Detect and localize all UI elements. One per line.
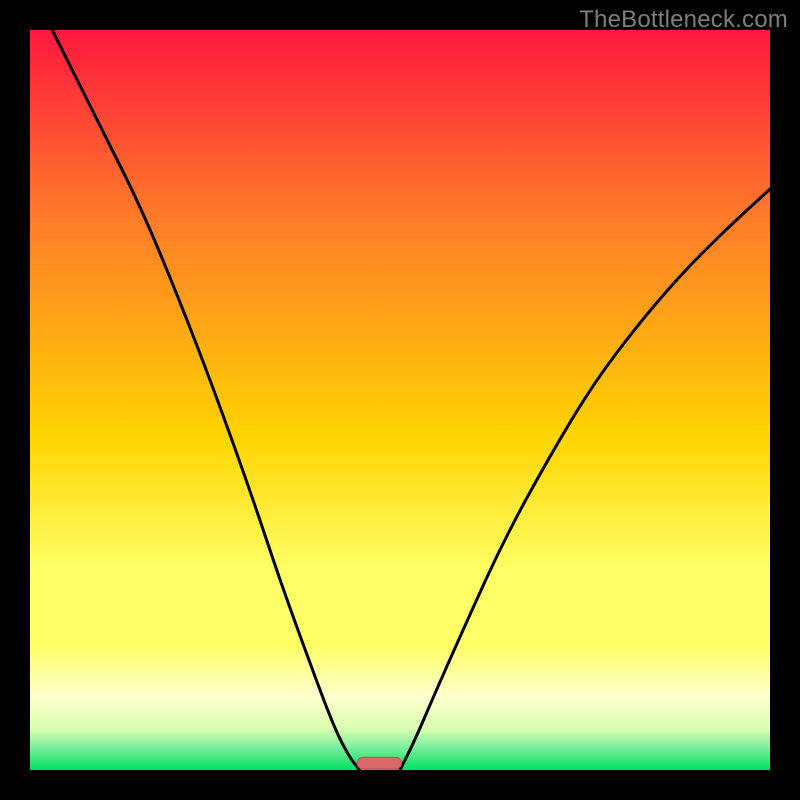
- chart-plot-area: [30, 30, 770, 770]
- watermark-text: TheBottleneck.com: [579, 6, 788, 34]
- bottleneck-chart-svg: [30, 30, 770, 770]
- gradient-background: [30, 30, 770, 770]
- chart-frame: TheBottleneck.com: [0, 0, 800, 800]
- optimal-marker: [357, 757, 401, 769]
